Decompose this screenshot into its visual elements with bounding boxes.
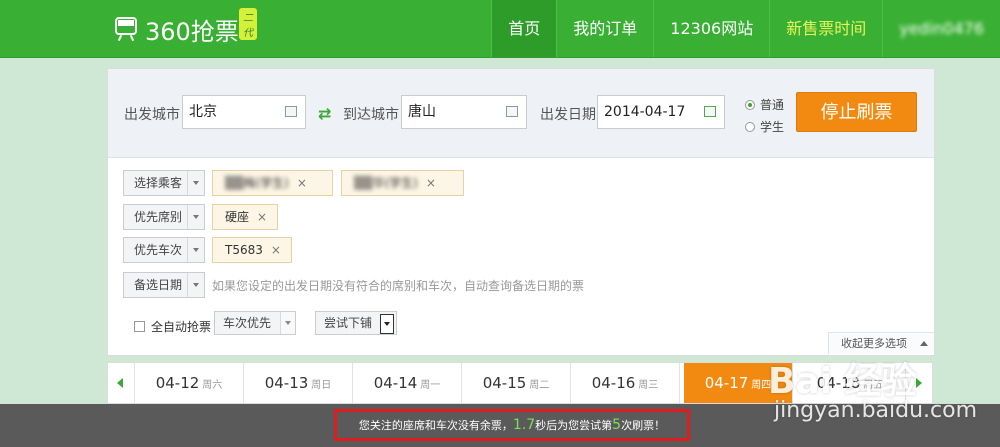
priority-select[interactable]: 车次优先 [214,311,296,335]
passenger-tag: ▒▒华(学生) × [341,170,464,196]
chevron-down-icon [187,205,204,229]
to-city-value: 唐山 [408,104,436,120]
date-field[interactable]: 2014-04-17 [597,95,725,129]
nav-home[interactable]: 首页 [491,0,557,57]
select-passenger-button[interactable]: 选择乘客 [123,170,205,196]
passenger-name: ▒▒梅 [225,176,256,190]
date-text: 04-16 [591,374,636,392]
stop-refresh-button[interactable]: 停止刷票 [796,92,917,132]
train-number: T5683 [225,243,263,257]
watermark-url: jingyan.baidu.com [774,398,978,423]
username: yedin0476 [899,19,984,38]
calendar-icon[interactable] [704,106,716,117]
weekday-text: 周六 [202,380,223,391]
watermark-logo: Bai 经验 [768,361,917,402]
berth-select-value: 尝试下铺 [324,316,373,330]
status-prefix: 您关注的座席和车次没有余票， [358,419,513,432]
alt-date-button[interactable]: 备选日期 [123,272,205,298]
search-panel: 出发城市 北京 ⇄ 到达城市 唐山 出发日期 2014-04-17 普通 学生 … [107,68,935,356]
city-picker-icon[interactable] [285,106,297,117]
nav-12306[interactable]: 12306网站 [653,0,769,57]
chevron-down-icon [187,273,204,297]
main-nav: 首页 我的订单 12306网站 新售票时间 yedin0476 [491,0,1000,57]
nav-my-orders[interactable]: 我的订单 [556,0,653,57]
collapse-options-button[interactable]: 收起更多选项 [828,332,934,354]
remove-icon[interactable]: × [297,176,307,190]
chevron-up-icon [920,341,928,346]
radio-dot-icon [745,99,755,110]
seat-tag: 硬座 × [212,204,279,230]
date-tab[interactable]: 04-14 周一 [353,363,462,403]
checkbox-icon [134,321,145,332]
passenger-tag: ▒▒梅(学生) × [212,170,333,196]
app-logo[interactable]: 360抢票 二代 [113,8,257,46]
search-row: 出发城市 北京 ⇄ 到达城市 唐山 出发日期 2014-04-17 普通 学生 … [108,69,934,158]
city-picker-icon[interactable] [506,106,518,117]
train-priority-button[interactable]: 优先车次 [123,237,205,263]
date-text: 04-17 [704,374,749,392]
radio-normal-label: 普通 [760,98,785,112]
weekday-text: 周三 [638,380,659,391]
chevron-down-icon [187,238,204,262]
date-label: 出发日期 [540,107,596,123]
status-middle: 秒后为您尝试第 [535,419,613,432]
from-city-value: 北京 [189,104,217,120]
chevron-down-icon [280,312,295,334]
weekday-text: 周一 [420,380,441,391]
from-city-field[interactable]: 北京 [182,95,306,129]
version-badge: 二代 [239,8,257,40]
app-name: 360抢票 [145,17,239,46]
remove-icon[interactable]: × [271,243,281,257]
train-tag: T5683 × [212,237,292,263]
seat-priority-label: 优先席别 [134,210,183,224]
seat-priority-button[interactable]: 优先席别 [123,204,205,230]
auto-grab-checkbox[interactable]: 全自动抢票 [134,318,211,335]
train-priority-label: 优先车次 [134,243,183,257]
countdown-seconds: 1.7 [512,417,536,433]
auto-grab-label: 全自动抢票 [151,320,212,334]
top-bar: 360抢票 二代 首页 我的订单 12306网站 新售票时间 yedin0476 [0,0,1000,58]
chevron-down-icon [187,171,204,195]
nav-user[interactable]: yedin0476 [882,0,1000,57]
date-text: 04-13 [264,374,309,392]
date-value: 2014-04-17 [604,104,686,120]
swap-icon[interactable]: ⇄ [318,104,331,123]
nav-new-sale-time[interactable]: 新售票时间 [769,0,882,57]
date-tab[interactable]: 04-15 周二 [462,363,571,403]
date-text: 04-12 [155,374,200,392]
passenger-type: (学生) [384,176,418,190]
date-text: 04-14 [373,374,418,392]
weekday-text: 周日 [311,380,332,391]
radio-dot-icon [745,121,755,132]
chevron-down-icon [380,314,394,334]
refresh-status-message: 您关注的座席和车次没有余票，1.7秒后为您尝试第5次刷票！ [334,409,690,441]
alt-date-hint: 如果您设定的出发日期没有符合的席别和车次，自动查询备选日期的票 [212,279,585,293]
remove-icon[interactable]: × [426,176,436,190]
date-tab[interactable]: 04-12 周六 [135,363,244,403]
passenger-name: ▒▒华 [354,176,385,190]
prev-arrow-icon[interactable] [108,363,135,403]
to-label: 到达城市 [343,107,399,123]
seat-name: 硬座 [225,210,250,224]
train-icon [113,15,139,43]
attempt-count: 5 [612,417,622,433]
select-passenger-label: 选择乘客 [134,176,183,190]
radio-normal[interactable]: 普通 [745,96,784,113]
berth-select[interactable]: 尝试下铺 [315,311,397,335]
status-suffix: 次刷票！ [621,419,666,432]
radio-student[interactable]: 学生 [745,118,784,135]
from-label: 出发城市 [124,107,180,123]
date-tab[interactable]: 04-13 周日 [244,363,353,403]
date-tab[interactable]: 04-16 周三 [571,363,680,403]
alt-date-label: 备选日期 [134,278,183,292]
remove-icon[interactable]: × [257,210,267,224]
priority-select-value: 车次优先 [223,316,272,330]
watermark: Bai 经验 jingyan.baidu.com [768,352,1000,432]
date-text: 04-15 [482,374,527,392]
weekday-text: 周二 [529,380,550,391]
collapse-label: 收起更多选项 [841,337,907,350]
radio-student-label: 学生 [760,120,785,134]
to-city-field[interactable]: 唐山 [401,95,527,129]
passenger-type: (学生) [255,176,289,190]
